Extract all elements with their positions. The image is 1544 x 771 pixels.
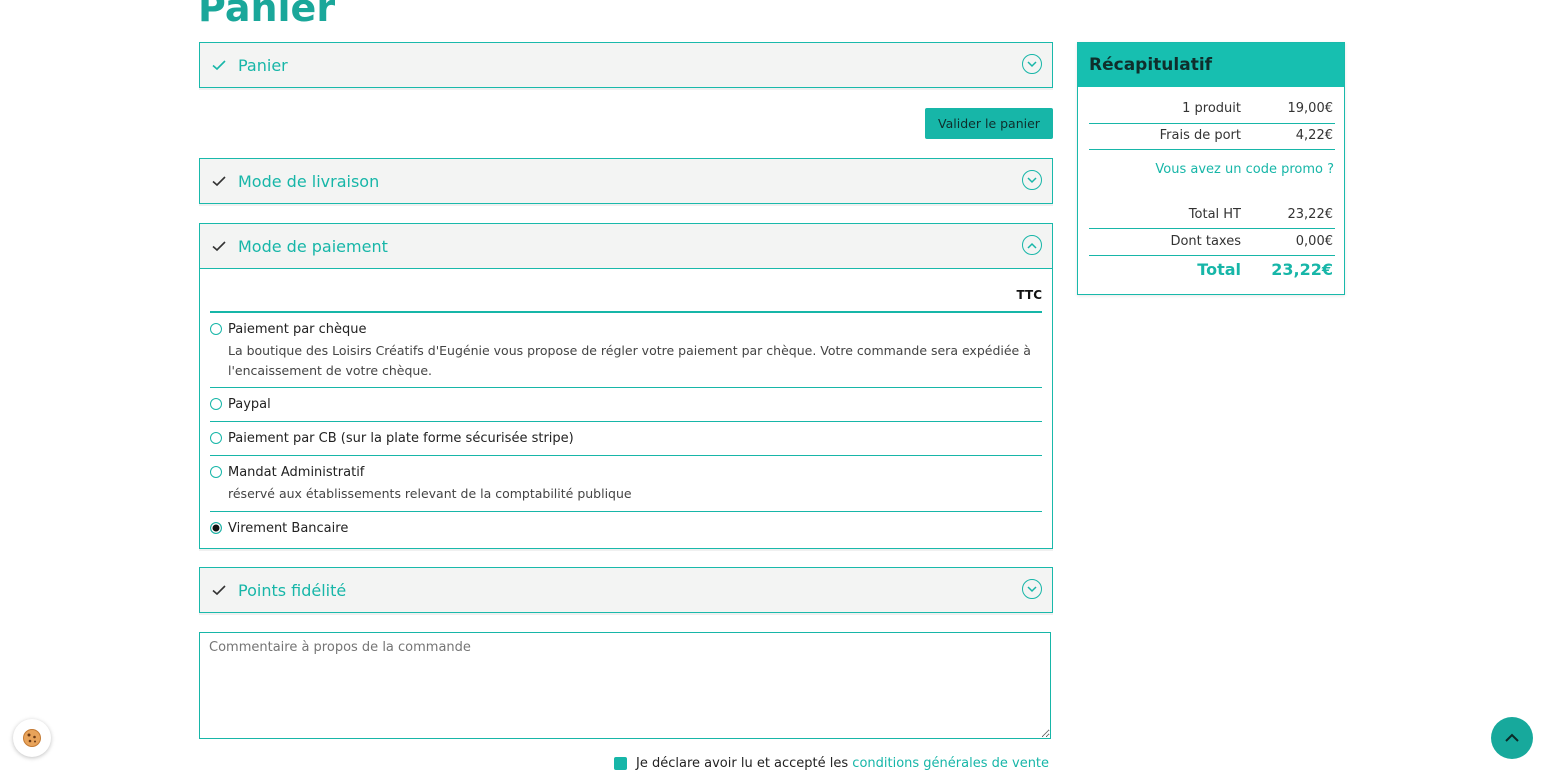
order-summary: Récapitulatif 1 produit 19,00€ Frais de … bbox=[1077, 42, 1345, 295]
summary-row-products: 1 produit 19,00€ bbox=[1089, 97, 1335, 121]
terms-link[interactable]: conditions générales de vente bbox=[852, 756, 1049, 771]
radio-button[interactable] bbox=[210, 466, 222, 478]
order-comment-field[interactable] bbox=[199, 632, 1051, 739]
terms-text: Je déclare avoir lu et accepté les bbox=[636, 756, 853, 771]
page-title: Panier bbox=[198, 0, 336, 30]
accordion-title: Mode de livraison bbox=[238, 171, 380, 191]
summary-row-total: Total 23,22€ bbox=[1089, 258, 1335, 282]
check-icon bbox=[212, 585, 226, 596]
radio-button[interactable] bbox=[210, 398, 222, 410]
payment-options: TTC Paiement par chèque La boutique des … bbox=[200, 268, 1052, 548]
validate-cart-button[interactable]: Valider le panier bbox=[925, 108, 1053, 139]
chevron-down-icon[interactable] bbox=[1022, 54, 1042, 74]
option-label: Mandat Administratif bbox=[228, 465, 365, 480]
summary-label: Dont taxes bbox=[1170, 234, 1241, 249]
check-icon bbox=[212, 176, 226, 187]
ttc-header: TTC bbox=[210, 269, 1042, 313]
chevron-down-icon[interactable] bbox=[1022, 170, 1042, 190]
option-label: Paypal bbox=[228, 397, 271, 412]
payment-option-cb[interactable]: Paiement par CB (sur la plate forme sécu… bbox=[210, 422, 1042, 456]
chevron-up-icon[interactable] bbox=[1022, 235, 1042, 255]
summary-label: 1 produit bbox=[1182, 101, 1241, 116]
summary-label: Total bbox=[1197, 260, 1241, 279]
option-label: Virement Bancaire bbox=[228, 520, 349, 536]
payment-option-mandat[interactable]: Mandat Administratif réservé aux établis… bbox=[210, 456, 1042, 512]
accordion-panier[interactable]: Panier bbox=[199, 42, 1053, 88]
accordion-title: Points fidélité bbox=[238, 580, 347, 600]
summary-label: Total HT bbox=[1188, 207, 1241, 222]
payment-option-cheque[interactable]: Paiement par chèque La boutique des Lois… bbox=[210, 313, 1042, 388]
summary-value: 23,22€ bbox=[1271, 260, 1333, 279]
accordion-paiement[interactable]: Mode de paiement TTC Paiement par chèque… bbox=[199, 223, 1053, 549]
accordion-livraison[interactable]: Mode de livraison bbox=[199, 158, 1053, 204]
radio-button-selected[interactable] bbox=[210, 521, 222, 534]
check-icon bbox=[212, 60, 226, 71]
cookie-icon bbox=[23, 729, 41, 747]
option-label: Paiement par CB (sur la plate forme sécu… bbox=[228, 431, 574, 446]
accordion-fidelite[interactable]: Points fidélité bbox=[199, 567, 1053, 613]
accordion-title: Mode de paiement bbox=[238, 236, 388, 256]
summary-row-taxes: Dont taxes 0,00€ bbox=[1089, 230, 1335, 254]
radio-button[interactable] bbox=[210, 323, 222, 335]
terms-checkbox-row[interactable]: Je déclare avoir lu et accepté les condi… bbox=[614, 756, 1049, 771]
arrow-up-icon bbox=[1505, 733, 1519, 742]
radio-button[interactable] bbox=[210, 432, 222, 444]
option-description: La boutique des Loisirs Créatifs d'Eugén… bbox=[228, 343, 1031, 378]
summary-value: 19,00€ bbox=[1287, 101, 1334, 116]
option-description: réservé aux établissements relevant de l… bbox=[228, 486, 632, 501]
summary-value: 4,22€ bbox=[1295, 128, 1333, 143]
summary-label: Frais de port bbox=[1159, 128, 1241, 143]
summary-title: Récapitulatif bbox=[1078, 43, 1344, 87]
scroll-to-top-button[interactable] bbox=[1491, 717, 1533, 759]
promo-code-link[interactable]: Vous avez un code promo ? bbox=[1155, 162, 1334, 177]
summary-value: 0,00€ bbox=[1295, 234, 1333, 249]
check-icon bbox=[212, 241, 226, 252]
terms-checkbox[interactable] bbox=[614, 757, 627, 770]
option-label: Paiement par chèque bbox=[228, 322, 367, 337]
summary-row-total-ht: Total HT 23,22€ bbox=[1089, 203, 1335, 227]
summary-value: 23,22€ bbox=[1287, 207, 1334, 222]
summary-row-shipping: Frais de port 4,22€ bbox=[1089, 124, 1335, 148]
cookie-settings-button[interactable] bbox=[13, 719, 51, 757]
accordion-title: Panier bbox=[238, 55, 288, 75]
payment-option-virement[interactable]: Virement Bancaire bbox=[210, 512, 1042, 548]
payment-option-paypal[interactable]: Paypal bbox=[210, 388, 1042, 422]
chevron-down-icon[interactable] bbox=[1022, 579, 1042, 599]
